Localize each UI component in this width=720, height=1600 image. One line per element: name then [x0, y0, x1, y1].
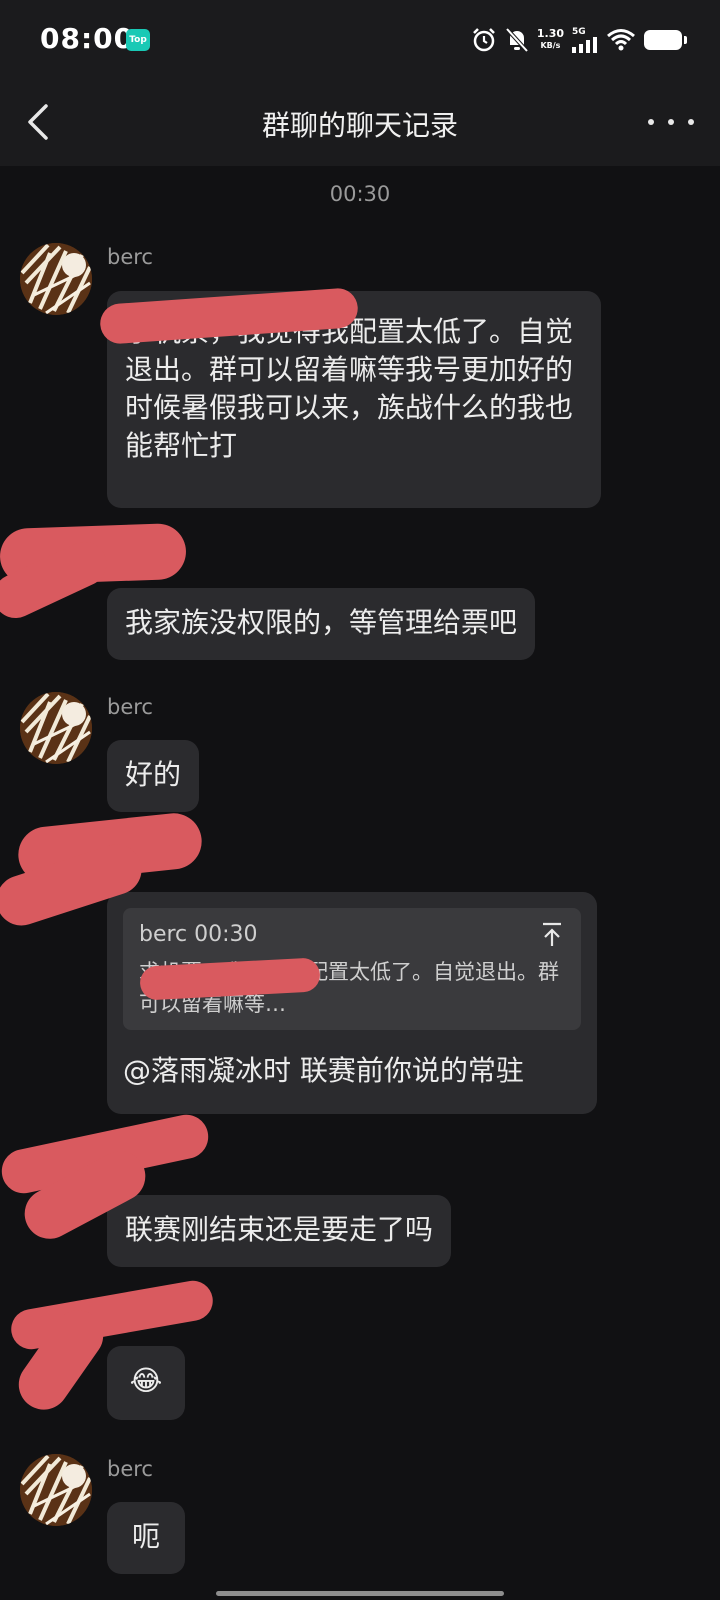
- alarm-icon: [472, 28, 495, 52]
- message-bubble[interactable]: berc 00:30 求机票，我觉得我配置太低了。自觉退出。群可以留着嘛等… @…: [107, 892, 597, 1114]
- chat-timestamp: 00:30: [329, 182, 391, 206]
- avatar[interactable]: [20, 1454, 92, 1526]
- avatar-image: [20, 692, 92, 764]
- net-speed: 1.30 KB/s: [536, 27, 564, 51]
- status-bar: 08:00 Top 1.30 KB/s 5G: [0, 0, 720, 80]
- message-text: 联赛刚结束还是要走了吗: [125, 1213, 434, 1246]
- sender-name: berc: [107, 695, 153, 719]
- avatar[interactable]: [20, 692, 92, 764]
- message-text: 呃: [131, 1520, 160, 1553]
- clock: 08:00: [40, 22, 135, 55]
- message-text: @落雨凝冰时 联赛前你说的常驻: [123, 1054, 524, 1087]
- jump-to-original-icon[interactable]: [541, 922, 563, 948]
- sender-name: berc: [107, 245, 153, 269]
- wifi-icon: [607, 29, 635, 51]
- more-options-icon[interactable]: [648, 102, 694, 142]
- home-indicator[interactable]: [216, 1591, 504, 1596]
- message-bubble[interactable]: 好的: [107, 740, 200, 812]
- avatar-image: [20, 1454, 92, 1526]
- signal-icon: [572, 37, 597, 53]
- redaction-mark: [8, 1277, 216, 1353]
- quote-sender-time: berc 00:30: [139, 922, 258, 947]
- message-bubble[interactable]: 😂: [107, 1346, 185, 1420]
- battery-icon: [644, 30, 687, 50]
- sender-name: berc: [107, 1457, 153, 1481]
- cellular-signal: 5G: [572, 27, 598, 53]
- status-icons: 1.30 KB/s 5G: [471, 24, 687, 56]
- emoji-message: 😂: [129, 1364, 163, 1397]
- message-text: 好的: [125, 758, 182, 791]
- message-text: 我家族没权限的，等管理给票吧: [125, 606, 518, 639]
- avatar[interactable]: [20, 243, 92, 315]
- message-bubble[interactable]: 呃: [107, 1502, 185, 1574]
- message-bubble[interactable]: 联赛刚结束还是要走了吗: [107, 1195, 452, 1267]
- page-title: 群聊的聊天记录: [261, 109, 458, 142]
- avatar-image: [20, 243, 92, 315]
- mute-bell-icon: [505, 27, 529, 53]
- top-nav-bar: 群聊的聊天记录: [0, 80, 720, 166]
- top-app-badge: Top: [126, 29, 150, 51]
- message-bubble[interactable]: 我家族没权限的，等管理给票吧: [107, 588, 536, 660]
